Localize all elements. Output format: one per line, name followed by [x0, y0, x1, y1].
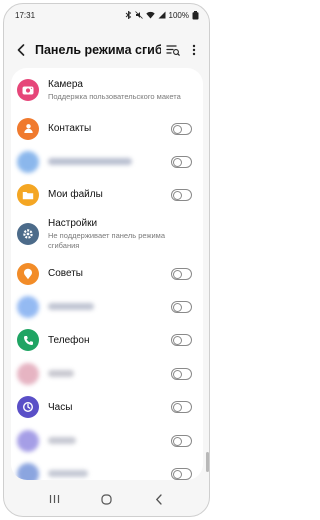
list-item-blurred[interactable]	[11, 457, 203, 480]
app-name: Камера	[48, 79, 83, 90]
blurred-app-icon	[17, 362, 39, 385]
battery-icon	[192, 10, 199, 20]
battery-percent: 100%	[168, 10, 189, 20]
list-item-contacts[interactable]: Контакты	[11, 112, 203, 145]
toggle-switch[interactable]	[171, 401, 192, 413]
wifi-icon	[145, 11, 155, 19]
toggle-switch[interactable]	[171, 122, 192, 135]
blurred-app-icon	[17, 429, 39, 452]
blurred-app-name	[48, 370, 74, 377]
app-bar: Панель режима сгибания	[4, 36, 209, 64]
list-item-clock[interactable]: Часы	[11, 390, 203, 424]
blurred-app-icon	[17, 150, 39, 173]
status-bar: 17:31 100%	[4, 4, 209, 26]
app-subtitle: Поддержка пользовательского макета	[48, 92, 181, 101]
settings-gear-icon	[17, 223, 39, 245]
list-item-settings[interactable]: Настройки Не поддерживает панель режима …	[11, 214, 203, 254]
recent-apps-button[interactable]	[44, 489, 64, 509]
list-item-phone[interactable]: Телефон	[11, 323, 203, 357]
phone-icon	[17, 329, 39, 351]
blurred-app-name	[48, 158, 132, 165]
status-icons: 100%	[125, 10, 199, 20]
list-item-camera[interactable]: Камера Поддержка пользовательского макет…	[11, 70, 203, 110]
blurred-app-name	[48, 437, 76, 444]
list-item-blurred[interactable]	[11, 357, 203, 390]
home-button[interactable]	[96, 489, 116, 509]
recent-apps-icon	[49, 495, 59, 503]
back-button[interactable]	[13, 42, 29, 58]
signal-icon	[158, 11, 166, 19]
blurred-app-icon	[17, 462, 39, 480]
app-name: Часы	[48, 401, 73, 413]
app-subtitle: Не поддерживает панель режима сгибания	[48, 231, 166, 250]
toggle-switch[interactable]	[171, 434, 192, 447]
contacts-icon	[17, 117, 39, 140]
app-name: Настройки	[48, 218, 98, 229]
toggle-switch[interactable]	[171, 334, 192, 346]
app-list: Камера Поддержка пользовательского макет…	[11, 68, 203, 480]
toggle-switch[interactable]	[171, 367, 192, 380]
back-nav-icon	[155, 493, 162, 505]
phone-screen: 17:31 100% Панель режима сгибания	[3, 3, 210, 517]
list-item-blurred[interactable]	[11, 145, 203, 178]
bluetooth-icon	[125, 11, 132, 19]
camera-icon	[17, 79, 39, 101]
more-options-button[interactable]	[185, 41, 203, 59]
app-name: Телефон	[48, 334, 90, 346]
sort-list-icon	[166, 45, 180, 56]
app-name: Мои файлы	[48, 189, 103, 200]
app-name: Контакты	[48, 123, 92, 134]
back-nav-button[interactable]	[149, 489, 169, 509]
toggle-switch[interactable]	[171, 467, 192, 480]
more-vertical-icon	[192, 44, 196, 56]
back-arrow-icon	[17, 44, 25, 56]
app-name: Советы	[48, 268, 83, 279]
list-item-my-files[interactable]: Мои файлы	[11, 178, 203, 211]
toggle-switch[interactable]	[171, 300, 192, 313]
blurred-app-name	[48, 470, 88, 477]
mute-icon	[134, 11, 143, 19]
list-item-blurred[interactable]	[11, 290, 203, 323]
toggle-switch[interactable]	[171, 188, 192, 201]
navigation-bar	[4, 482, 209, 516]
scrollbar-thumb[interactable]	[206, 452, 209, 472]
toggle-switch[interactable]	[171, 155, 192, 168]
sort-filter-button[interactable]	[164, 41, 182, 59]
list-item-blurred[interactable]	[11, 424, 203, 457]
blurred-app-icon	[17, 295, 39, 318]
clock-icon	[17, 396, 39, 418]
tips-icon	[17, 262, 39, 285]
status-time: 17:31	[15, 10, 36, 20]
blurred-app-name	[48, 303, 94, 310]
page-title: Панель режима сгибания	[35, 43, 161, 57]
folder-icon	[17, 183, 39, 206]
home-icon	[101, 493, 112, 505]
list-item-tips[interactable]: Советы	[11, 257, 203, 290]
toggle-switch[interactable]	[171, 267, 192, 280]
